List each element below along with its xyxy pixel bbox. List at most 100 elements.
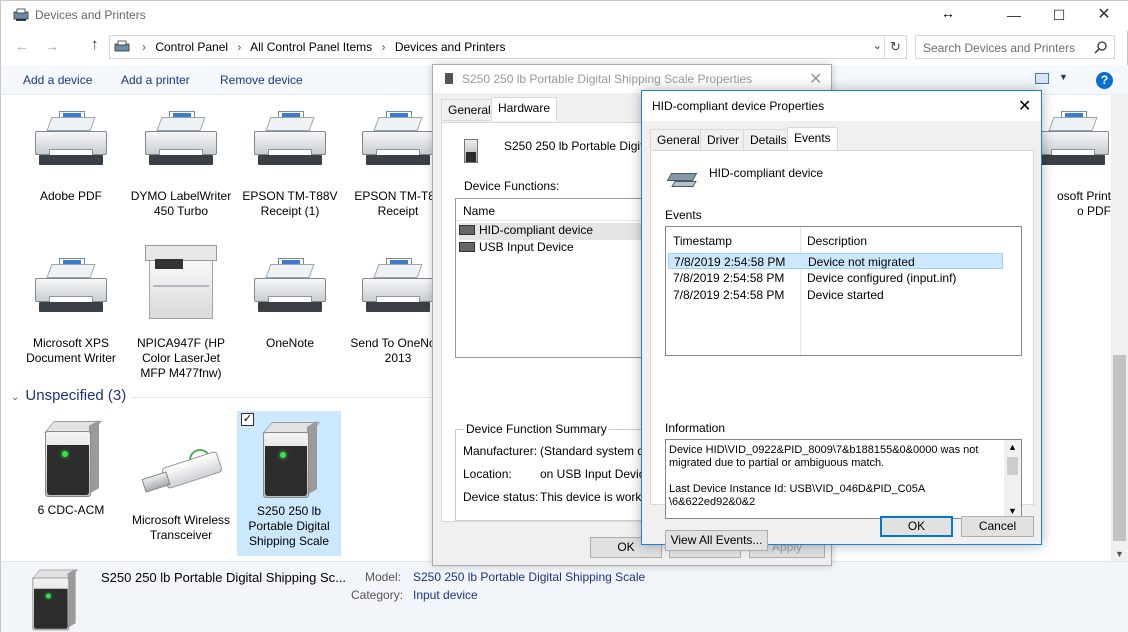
details-model-label: Model: — [365, 570, 402, 584]
device-label: S250 250 lb Portable Digital Shipping Sc… — [248, 504, 330, 548]
scroll-up-icon[interactable]: ▲ — [1008, 442, 1017, 452]
dialog-title-bar: S250 250 lb Portable Digital Shipping Sc… — [433, 65, 831, 93]
tab-driver[interactable]: Driver — [700, 129, 746, 151]
breadcrumb-all-items[interactable]: All Control Panel Items — [250, 40, 372, 54]
device-cdc-acm[interactable]: 6 CDC-ACM — [19, 415, 123, 518]
dialog-title: S250 250 lb Portable Digital Shipping Sc… — [462, 72, 753, 86]
tab-events[interactable]: Events — [787, 127, 838, 151]
scroll-down-icon[interactable]: ▼ — [1008, 506, 1017, 516]
device-functions-list[interactable]: Name HID-compliant device USB Input Devi… — [455, 198, 655, 358]
details-device-name: S250 250 lb Portable Digital Shipping Sc… — [101, 570, 346, 585]
printer-icon — [356, 101, 440, 183]
forward-button[interactable]: → — [45, 38, 59, 54]
minimize-button[interactable]: — — [991, 1, 1037, 29]
information-scrollbar[interactable]: ▲ ▼ — [1004, 440, 1021, 518]
events-label: Events — [665, 208, 702, 222]
events-table[interactable]: Timestamp Description 7/8/2019 2:54:58 P… — [665, 226, 1022, 356]
printer-icon — [248, 248, 332, 330]
device-xps-writer[interactable]: Microsoft XPS Document Writer — [19, 248, 123, 366]
vertical-scrollbar[interactable]: ▼ — [1111, 95, 1128, 561]
group-header-label: Unspecified (3) — [25, 387, 127, 404]
address-bar[interactable]: › Control Panel › All Control Panel Item… — [109, 35, 885, 59]
device-s250-scale[interactable]: S250 250 lb Portable Digital Shipping Sc… — [237, 411, 341, 556]
table-row[interactable]: 7/8/2019 2:54:58 PM Device configured (i… — [668, 270, 1003, 286]
table-header: Timestamp Description — [666, 227, 1021, 251]
device-onenote[interactable]: OneNote — [238, 248, 342, 351]
scrollbar-thumb[interactable] — [1113, 355, 1126, 541]
breadcrumb-devices-printers[interactable]: Devices and Printers — [395, 40, 506, 54]
list-header[interactable]: Name — [456, 199, 654, 221]
dialog-close-button[interactable]: ✕ — [809, 69, 822, 89]
printer-icon — [29, 101, 113, 183]
address-dropdown-icon[interactable]: ⌄ — [873, 39, 882, 52]
printer-icon — [356, 248, 440, 330]
add-printer-button[interactable]: Add a printer — [121, 73, 190, 87]
ok-button[interactable]: OK — [880, 516, 953, 537]
event-description: Device started — [807, 288, 884, 302]
summary-row: Device status: This device is working — [463, 490, 657, 504]
view-dropdown-icon[interactable]: ▼ — [1059, 72, 1068, 82]
device-hp-laserjet[interactable]: NPICA947F (HP Color LaserJet MFP M477fnw… — [129, 241, 233, 381]
printer-icon — [29, 248, 113, 330]
list-item[interactable]: USB Input Device — [459, 240, 654, 257]
tab-general[interactable]: General — [650, 129, 707, 151]
title-bar: Devices and Printers ↔ — ☐ ✕ — [1, 1, 1128, 31]
search-placeholder: Search Devices and Printers — [923, 41, 1076, 55]
dialog-title-bar: HID-compliant device Properties ✕ — [642, 91, 1041, 121]
tab-hardware[interactable]: Hardware — [491, 97, 558, 121]
close-button[interactable]: ✕ — [1081, 1, 1127, 29]
event-timestamp: 7/8/2019 2:54:58 PM — [673, 271, 785, 285]
event-description: Device not migrated — [808, 255, 915, 269]
column-name-header: Name — [463, 204, 496, 218]
refresh-button[interactable]: ↻ — [885, 35, 907, 59]
breadcrumb: › Control Panel › All Control Panel Item… — [136, 40, 506, 54]
remove-device-button[interactable]: Remove device — [220, 73, 303, 87]
scroll-down-icon[interactable]: ▼ — [1115, 549, 1124, 559]
device-epson-1[interactable]: EPSON TM-T88V Receipt (1) — [238, 101, 342, 219]
tab-general[interactable]: General — [441, 99, 498, 121]
information-textbox[interactable]: Device HID\VID_0922&PID_8009\7&b188155&0… — [665, 439, 1022, 519]
hid-properties-dialog: HID-compliant device Properties ✕ Genera… — [641, 90, 1042, 551]
details-pane: S250 250 lb Portable Digital Shipping Sc… — [1, 561, 1128, 632]
breadcrumb-separator: › — [237, 40, 242, 54]
generic-device-icon — [247, 416, 331, 498]
change-view-icon[interactable] — [1035, 73, 1049, 84]
device-wireless-transceiver[interactable]: Microsoft Wireless Transceiver — [129, 425, 233, 543]
scrollbar-thumb[interactable] — [1007, 457, 1018, 475]
device-label: EPSON TM-T88V Receipt (1) — [242, 189, 338, 218]
column-description[interactable]: Description — [807, 234, 867, 248]
breadcrumb-control-panel[interactable]: Control Panel — [155, 40, 228, 54]
add-device-button[interactable]: Add a device — [23, 73, 92, 87]
printer-icon — [248, 101, 332, 183]
list-item[interactable]: HID-compliant device — [459, 223, 654, 240]
breadcrumb-separator: › — [142, 40, 146, 54]
device-functions-label: Device Functions: — [464, 179, 560, 193]
table-row[interactable]: 7/8/2019 2:54:58 PM Device not migrated — [668, 253, 1003, 269]
help-icon[interactable]: ? — [1096, 72, 1113, 89]
device-dymo[interactable]: DYMO LabelWriter 450 Turbo — [129, 101, 233, 219]
back-button[interactable]: ← — [15, 38, 29, 54]
table-row[interactable]: 7/8/2019 2:54:58 PM Device started — [668, 287, 1003, 303]
group-header-unspecified[interactable]: ⌄ Unspecified (3) — [11, 387, 126, 404]
summary-label: Manufacturer: — [463, 444, 538, 458]
view-all-events-button[interactable]: View All Events... — [665, 530, 768, 551]
cancel-button[interactable]: Cancel — [961, 516, 1034, 537]
column-timestamp[interactable]: Timestamp — [673, 234, 732, 248]
summary-row: Manufacturer: (Standard system devi — [463, 444, 659, 458]
device-microsoft-print-pdf[interactable]: osoft Print o PDF — [1031, 101, 1111, 219]
selection-checkbox[interactable]: ✓ — [241, 413, 254, 426]
control-panel-icon — [114, 40, 130, 52]
search-input[interactable]: Search Devices and Printers — [915, 35, 1115, 59]
window-title: Devices and Printers — [35, 8, 146, 22]
resize-cursor-icon: ↔ — [941, 5, 955, 21]
device-adobe-pdf[interactable]: Adobe PDF — [19, 101, 123, 204]
event-timestamp: 7/8/2019 2:54:58 PM — [673, 288, 785, 302]
generic-device-icon — [29, 415, 113, 497]
list-item-label: USB Input Device — [479, 240, 574, 254]
selected-device-icon — [19, 566, 83, 631]
up-button[interactable]: ↑ — [91, 36, 99, 53]
dialog-close-button[interactable]: ✕ — [1018, 96, 1031, 116]
summary-value: This device is working — [540, 490, 658, 504]
maximize-button[interactable]: ☐ — [1036, 1, 1082, 29]
event-timestamp: 7/8/2019 2:54:58 PM — [674, 255, 786, 269]
